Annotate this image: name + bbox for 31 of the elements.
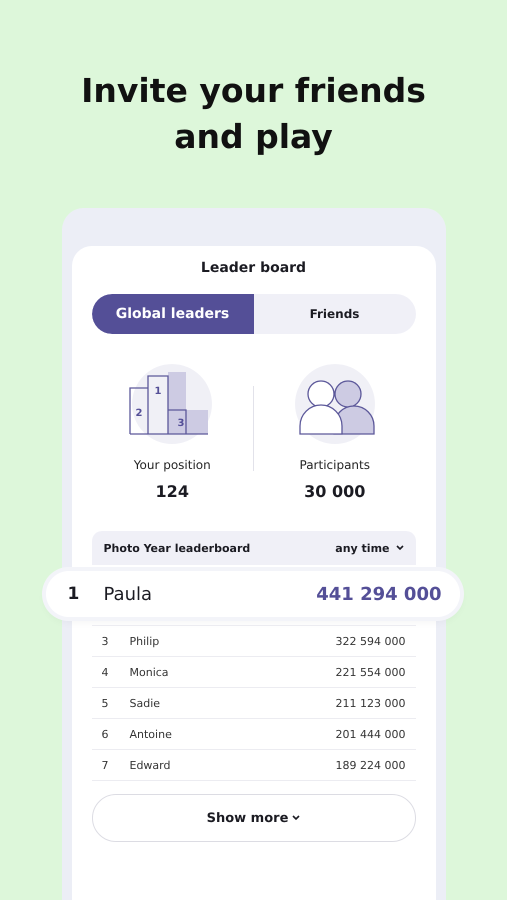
player-name: Philip [130, 634, 160, 648]
card-title: Leader board [200, 260, 308, 276]
player-name: Paula [104, 584, 154, 604]
score: 201 444 000 [336, 728, 406, 740]
rank: 6 [102, 728, 110, 740]
tab[interactable]: Friends [254, 294, 416, 334]
player-name: Sadie [130, 696, 162, 710]
player-name: Monica [130, 666, 170, 678]
tab[interactable]: Global leaders [92, 294, 254, 334]
show-more-button[interactable]: Show more [92, 794, 416, 842]
rank: 7 [102, 758, 110, 772]
headline: Invite your friends and play [80, 70, 427, 158]
score: 221 554 000 [336, 666, 406, 678]
chevron-down-icon [292, 815, 300, 821]
rank: 4 [102, 666, 110, 678]
player-name: Edward [130, 758, 172, 772]
period-dropdown[interactable]: any time [335, 542, 404, 554]
score: 322 594 000 [336, 634, 406, 648]
leaderboard-title: Photo Year leaderboard [104, 542, 250, 554]
score: 441 294 000 [316, 584, 442, 604]
stat-value: 124 [156, 482, 189, 501]
score: 211 123 000 [336, 696, 406, 710]
score: 189 224 000 [336, 758, 406, 772]
stat-value: 30 000 [304, 482, 366, 501]
stat-label: Participants [300, 458, 370, 472]
chevron-down-icon [396, 545, 404, 551]
stat-label: Your position [134, 458, 211, 472]
rank: 1 [68, 584, 80, 604]
rank: 3 [102, 634, 110, 648]
player-name: Antoine [130, 728, 173, 740]
rank: 5 [102, 696, 110, 710]
